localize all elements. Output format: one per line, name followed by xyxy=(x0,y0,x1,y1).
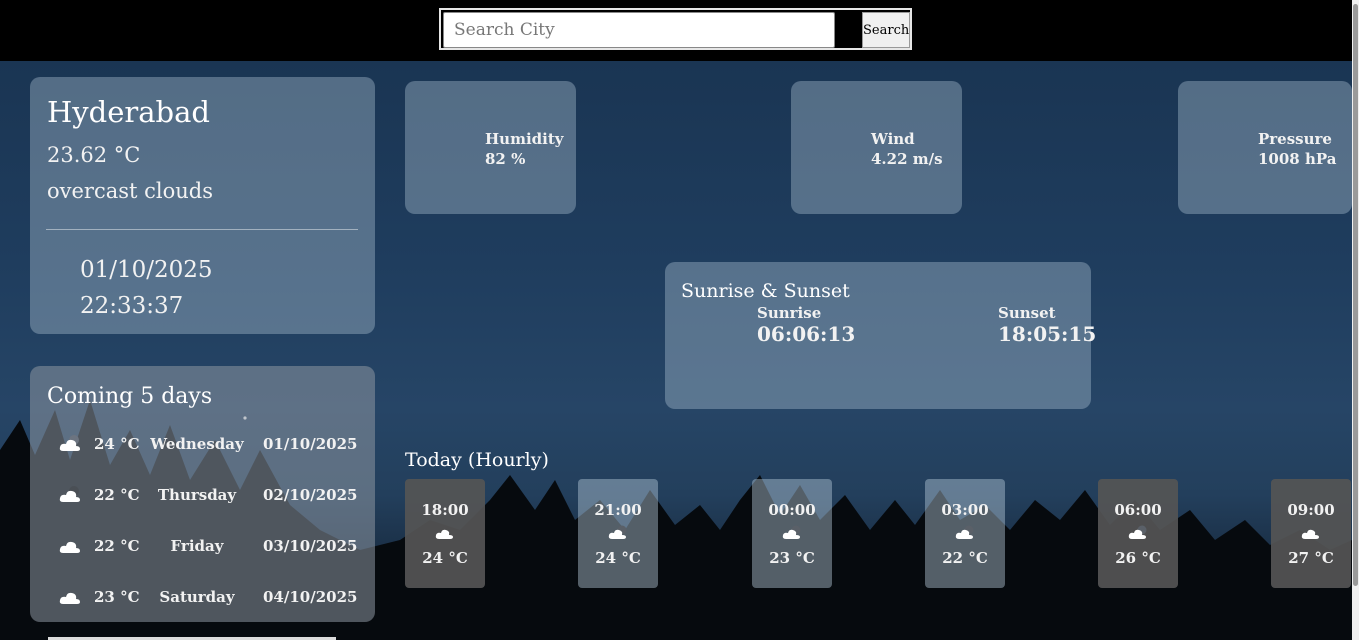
humidity-card: Humidity 82 % xyxy=(405,81,576,214)
wind-value: 4.22 m/s xyxy=(871,150,943,168)
cloud-icon xyxy=(59,586,83,610)
cloud-night-icon xyxy=(59,484,83,508)
weather-description: overcast clouds xyxy=(47,179,214,203)
cloud-night-icon xyxy=(59,433,83,457)
city-name: Hyderabad xyxy=(47,95,210,129)
forecast-row: 22 °C Friday 03/10/2025 xyxy=(30,535,375,559)
vertical-scrollbar[interactable] xyxy=(1352,0,1359,640)
hourly-title: Today (Hourly) xyxy=(405,449,549,471)
sunrise-label: Sunrise xyxy=(757,304,822,322)
wind-card: Wind 4.22 m/s xyxy=(791,81,962,214)
forecast-row: 23 °C Saturday 04/10/2025 xyxy=(30,586,375,610)
hourly-item: 21:00 24 °C xyxy=(578,479,658,588)
cloud-icon xyxy=(59,535,83,559)
pressure-card: Pressure 1008 hPa xyxy=(1178,81,1352,214)
pressure-value: 1008 hPa xyxy=(1258,150,1337,168)
sunset-value: 18:05:15 xyxy=(998,322,1097,346)
cloud-night-icon xyxy=(600,523,636,545)
cloud-icon xyxy=(427,523,463,545)
scrollbar-thumb[interactable] xyxy=(1353,4,1358,586)
hourly-item: 09:00 27 °C xyxy=(1271,479,1351,588)
hourly-item: 00:00 23 °C xyxy=(752,479,832,588)
forecast-row: 24 °C Wednesday 01/10/2025 xyxy=(30,433,375,457)
current-weather-card: Hyderabad 23.62 °C overcast clouds 01/10… xyxy=(30,77,375,334)
humidity-label: Humidity xyxy=(485,130,564,148)
search-button[interactable]: Search xyxy=(862,12,910,48)
divider xyxy=(46,229,358,230)
current-temperature: 23.62 °C xyxy=(47,143,141,167)
hourly-item: 06:00 26 °C xyxy=(1098,479,1178,588)
sun-title: Sunrise & Sunset xyxy=(681,280,850,302)
cloud-night-icon xyxy=(947,523,983,545)
hourly-item: 03:00 22 °C xyxy=(925,479,1005,588)
current-date: 01/10/2025 xyxy=(80,257,213,283)
search-input[interactable] xyxy=(443,12,835,48)
sunrise-sunset-card: Sunrise & Sunset Sunrise 06:06:13 Sunset… xyxy=(665,262,1096,409)
cloud-icon xyxy=(1293,523,1329,545)
pressure-label: Pressure xyxy=(1258,130,1332,148)
forecast-row: 22 °C Thursday 02/10/2025 xyxy=(30,484,375,508)
cloud-night-icon xyxy=(774,523,810,545)
hourly-item: 18:00 24 °C xyxy=(405,479,485,588)
forecast-title: Coming 5 days xyxy=(47,384,213,409)
sunrise-value: 06:06:13 xyxy=(757,322,856,346)
humidity-value: 82 % xyxy=(485,150,526,168)
sunset-label: Sunset xyxy=(998,304,1056,322)
forecast-card: Coming 5 days 24 °C Wednesday 01/10/2025… xyxy=(30,366,375,622)
search-form: Search xyxy=(439,8,912,50)
top-bar: Search xyxy=(0,0,1352,61)
wind-label: Wind xyxy=(871,130,915,148)
current-time: 22:33:37 xyxy=(80,293,184,319)
cloud-night-icon xyxy=(1120,523,1156,545)
